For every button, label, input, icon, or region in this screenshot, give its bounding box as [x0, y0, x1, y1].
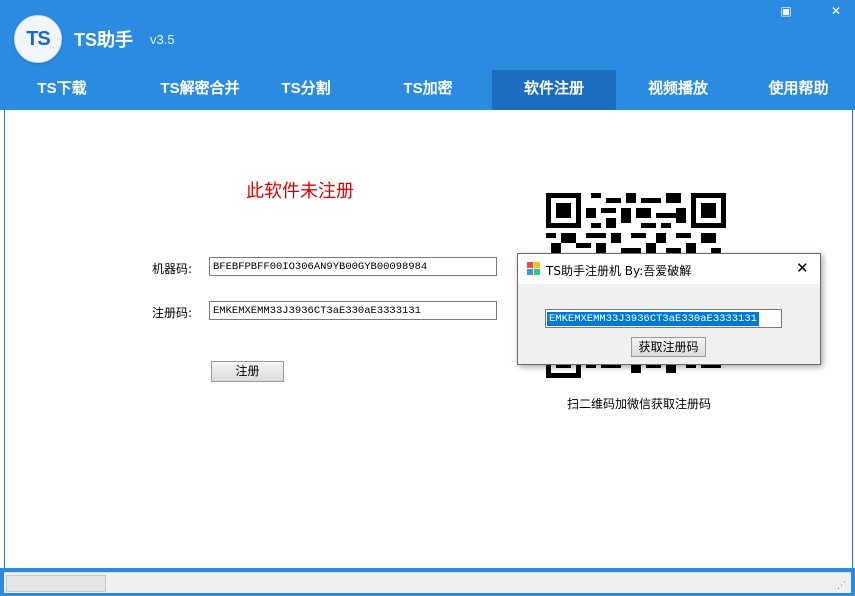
main-tab-bar: TS下载 TS解密合并 TS分割 TS加密 软件注册 视频播放 使用帮助 [0, 70, 855, 110]
unregistered-status: 此软件未注册 [246, 181, 354, 201]
qr-caption: 扫二维码加微信获取注册码 [567, 397, 712, 411]
tab-software-register[interactable]: 软件注册 [492, 70, 616, 110]
dialog-title-bar: TS助手注册机 By:吾爱破解 ✕ [518, 254, 820, 284]
app-version: v3.5 [150, 32, 175, 47]
keygen-dialog: TS助手注册机 By:吾爱破解 ✕ EMKEMXEMM33J3936CT3aE3… [517, 253, 821, 365]
minimize-icon[interactable]: ▣ [777, 4, 795, 18]
machine-code-label: 机器码: [152, 262, 193, 276]
register-button[interactable]: 注册 [211, 361, 284, 382]
machine-code-field[interactable]: BFEBFPBFF00IO306AN9YB00GYB00098984 [209, 257, 497, 276]
dialog-close-icon[interactable]: ✕ [796, 259, 809, 277]
app-logo: TS [14, 15, 62, 63]
close-icon[interactable]: ✕ [827, 4, 845, 18]
app-title: TS助手 [74, 30, 134, 50]
status-field [6, 575, 106, 592]
selected-code-text: EMKEMXEMM33J3936CT3aE330aE3333131 [547, 312, 759, 326]
status-bar: ⋰ [4, 572, 851, 593]
keygen-code-field[interactable]: EMKEMXEMM33J3936CT3aE330aE3333131 [545, 309, 782, 328]
dialog-title: TS助手注册机 By:吾爱破解 [546, 264, 692, 278]
tab-help[interactable]: 使用帮助 [742, 70, 855, 110]
app-window-icon [527, 262, 540, 275]
tab-ts-download[interactable]: TS下载 [0, 70, 124, 110]
main-window: TS TS助手 v3.5 ▣ ✕ TS下载 TS解密合并 TS分割 TS加密 软… [0, 0, 855, 596]
title-bar: TS TS助手 v3.5 ▣ ✕ [0, 0, 855, 70]
get-code-button[interactable]: 获取注册码 [631, 337, 706, 357]
logo-text: TS [26, 28, 51, 50]
tab-ts-encrypt[interactable]: TS加密 [372, 70, 484, 110]
tab-ts-split[interactable]: TS分割 [250, 70, 362, 110]
tab-video-play[interactable]: 视频播放 [620, 70, 736, 110]
resize-grip-icon[interactable]: ⋰ [837, 581, 847, 591]
register-code-field[interactable]: EMKEMXEMM33J3936CT3aE330aE3333131 [209, 301, 497, 320]
register-code-label: 注册码: [152, 306, 193, 320]
